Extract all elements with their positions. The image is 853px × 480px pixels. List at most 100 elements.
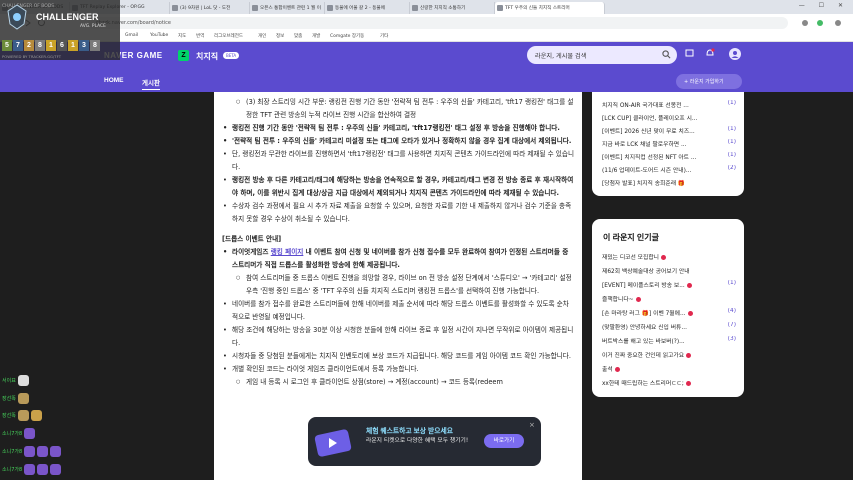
- recent-post[interactable]: [LCK CUP] 클라이언, 플레이오프 시...: [602, 113, 736, 122]
- bookmark[interactable]: 맞춤: [294, 33, 302, 39]
- emote-icon: [50, 446, 62, 457]
- chat-message: 장선똑: [2, 393, 29, 404]
- popular-post[interactable]: 제62회 백상예술대상 공어보기 안내: [602, 266, 736, 275]
- browser-tab[interactable]: (3) 9차원 | LoL 닷 - 도전: [170, 2, 250, 14]
- bookmark[interactable]: Gmail: [125, 33, 138, 38]
- banner-description: 라운지 티켓으로 다양한 혜택 모두 챙기기!: [366, 438, 469, 444]
- bookmark[interactable]: 번역: [196, 33, 204, 39]
- popular-post[interactable]: xx한테 때드립하는 스트리머ㄷㄷ;: [602, 378, 736, 387]
- emote-icon: [37, 446, 49, 457]
- browser-tab-active[interactable]: TFT 우주의 신들 치지직 스트리머: [495, 2, 605, 14]
- hot-dot-icon: [686, 283, 692, 288]
- avatar-icon[interactable]: [729, 48, 741, 60]
- bell-icon[interactable]: [705, 48, 715, 58]
- search-input[interactable]: 라운지, 게시물 검색: [535, 51, 586, 60]
- emote-icon: [24, 464, 36, 475]
- popular-post[interactable]: 버트박스를 해고 있는 바보버(?)... (3): [602, 336, 736, 345]
- text: 라이엇게임즈: [232, 248, 269, 256]
- close-icon[interactable]: ×: [529, 421, 535, 429]
- browser-tab-bar: CHALLENGER OF BODS TFT Replay Explorer -…: [0, 0, 853, 14]
- search-icon[interactable]: [662, 50, 671, 59]
- write-icon[interactable]: [685, 48, 695, 58]
- bookmark[interactable]: 개인: [258, 33, 266, 39]
- placement: 7: [13, 40, 23, 51]
- bookmark[interactable]: Comgate 장기동: [330, 33, 364, 39]
- powered-by: POWERED BY TRACKER.GG/TFT: [2, 54, 62, 59]
- placement: 6: [57, 40, 67, 51]
- list-item: 랭킹전 진행 기간 동안 '전략적 팀 전투 : 우주의 신들' 카테고리, '…: [222, 122, 574, 135]
- join-lounge-button[interactable]: + 라운지 가입하기: [676, 74, 742, 89]
- bookmark[interactable]: 지도: [178, 33, 186, 39]
- chzzk-logo-icon[interactable]: Z: [178, 50, 189, 61]
- hot-dot-icon: [614, 367, 620, 372]
- favicon-icon: [497, 5, 503, 11]
- chat-message: 서이묘: [2, 375, 29, 386]
- address-bar: chzzk.naver.com/board/notice: [0, 14, 853, 32]
- bookmark[interactable]: 리그오브레전드: [214, 33, 243, 39]
- brand-name[interactable]: 치지직: [196, 51, 218, 62]
- emote-icon: [17, 410, 29, 421]
- beta-badge: BETA: [223, 52, 240, 59]
- list-item: 단, 랭킹전과 무관한 라이브를 진행하면서 'tft17랭킹전' 태그를 사용…: [222, 148, 574, 174]
- browser-tab[interactable]: 동물에 어울 갈 2 - 동물에: [325, 2, 410, 14]
- recent-post[interactable]: 지금 바로 LCK 채널 팔로우하면 ... (1): [602, 139, 736, 148]
- list-item: 개별 확인된 코드는 라이엇 게임즈 클라이언트에서 등록 가능합니다.: [222, 363, 574, 376]
- bookmark[interactable]: 개발: [312, 33, 320, 39]
- popular-post[interactable]: [EVENT] 메이플스토리 방송 보... (1): [602, 280, 736, 289]
- browser-tab[interactable]: 오픈스 통합이벤트 관련 1 월 이: [250, 2, 325, 14]
- popular-post[interactable]: 출석: [602, 364, 736, 373]
- browser-menu-icon[interactable]: [800, 18, 844, 28]
- popular-post[interactable]: (맞팔환영) 안녕하세요 신입 버튜... (7): [602, 322, 736, 331]
- banner-title: 체험 퀘스트하고 보상 받으세요: [366, 428, 453, 435]
- recent-post[interactable]: [이벤트] 2026 신년 맞이 무료 치즈... (1): [602, 126, 736, 135]
- emote-icon: [30, 410, 42, 421]
- avg-place: AVG. PLACE: [80, 24, 106, 29]
- nav-home[interactable]: HOME: [104, 77, 124, 84]
- popular-post[interactable]: [손 마라탕 러그 🎁] 이벤 7월에... (4): [602, 308, 736, 317]
- placement: 2: [24, 40, 34, 51]
- bookmark[interactable]: 기타: [380, 33, 388, 39]
- chat-message: 소니7가8: [2, 446, 62, 457]
- popular-post[interactable]: 즐책합니다~: [602, 294, 736, 303]
- placement: 3: [79, 40, 89, 51]
- list-item: 랭킹전 방송 후 다른 카테고리/태그에 해당하는 방송을 연속적으로 할 경우…: [222, 174, 574, 200]
- emote-icon: [24, 428, 36, 439]
- bookmarks-bar: Gmail YouTube 지도 번역 리그오브레전드 개인 정보 맞춤 개발 …: [0, 32, 853, 42]
- go-button[interactable]: 바로가기: [484, 434, 524, 448]
- list-item: 수상자 검수 과정에서 필요 시 추가 자료 제출을 요청할 수 있으며, 요청…: [222, 200, 574, 226]
- recent-post[interactable]: [이벤트] 치지직컵 선정된 NFT 아트 ... (1): [602, 152, 736, 161]
- ticket-icon: [314, 429, 352, 457]
- nav-board[interactable]: 게시판: [142, 77, 160, 90]
- list-item: 해당 조건에 해당하는 방송을 30분 이상 시청한 분들에 한해 라이브 종료…: [222, 324, 574, 350]
- list-item: (3) 최장 스트리밍 시간 부문: 랭킹전 진행 기간 동안 '전략적 팀 전…: [222, 96, 574, 122]
- popular-post[interactable]: 이거 진짜 중요한 건인데 읽고가요: [602, 350, 736, 359]
- placement: 5: [2, 40, 12, 51]
- browser-tab[interactable]: 신랑한 치지직 소통하기: [410, 2, 495, 14]
- emote-icon: [17, 375, 29, 386]
- site-header: NAVER GAME Z 치지직 BETA 라운지, 게시물 검색 HOME 게…: [0, 42, 853, 92]
- panel-title: 이 라운지 인기글: [603, 233, 659, 242]
- chat-message: 소니7가8: [2, 464, 62, 475]
- list-item: '전략적 팀 전투 : 우주의 신들' 카테고리 미설정 또는 태그에 오타가 …: [222, 135, 574, 148]
- recent-post[interactable]: (11/6 업데이트-도어드 시즌 안내)... (2): [602, 165, 736, 174]
- favicon-icon: [172, 5, 178, 11]
- recent-post[interactable]: 치지직 ON-AIR 국가대표 선봉전 ... (1): [602, 100, 736, 109]
- bold-text: 랭킹전 방송 후 다른 카테고리/태그에 해당하는 방송을 연속적으로 할 경우…: [232, 176, 574, 197]
- ranking-page-link[interactable]: 랭킹 페이지: [271, 248, 304, 256]
- chat-message: 장선똑: [2, 410, 42, 421]
- bookmark[interactable]: YouTube: [150, 33, 168, 38]
- hot-dot-icon: [685, 381, 691, 386]
- screen: CHALLENGER OF BODS TFT Replay Explorer -…: [0, 0, 853, 480]
- section-heading: [드롭스 이벤트 안내]: [222, 235, 282, 243]
- challenger-emblem-icon: [7, 4, 27, 30]
- bookmark[interactable]: 정보: [276, 33, 284, 39]
- popular-post[interactable]: 재밌는 디코선 모집합니: [602, 252, 736, 261]
- url-field[interactable]: chzzk.naver.com/board/notice: [88, 17, 788, 29]
- hot-dot-icon: [635, 297, 641, 302]
- list-item: 라이엇게임즈 랭킹 페이지 내 이벤트 참여 신청 및 네이버를 참가 신청 접…: [222, 246, 574, 272]
- search-box[interactable]: 라운지, 게시물 검색: [527, 46, 677, 64]
- recent-post[interactable]: [당첨자 발표] 치지직 송희준래 🎁: [602, 178, 736, 187]
- list-item: 네이버를 참가 접수를 완료한 스트리머들에 한해 네이버를 제출 순서에 따라…: [222, 298, 574, 324]
- window-controls[interactable]: — ☐ ✕: [799, 2, 849, 9]
- emote-icon: [50, 464, 62, 475]
